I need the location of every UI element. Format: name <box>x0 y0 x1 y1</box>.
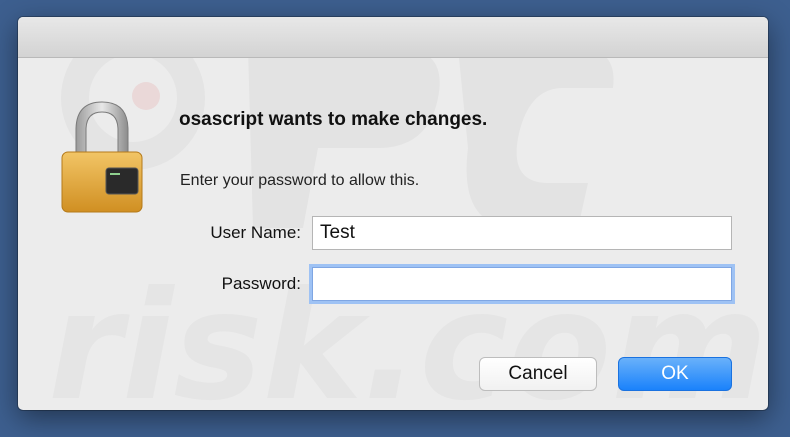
dialog-heading: osascript wants to make changes. <box>179 109 488 130</box>
auth-dialog: risk.com osascript wants to make changes… <box>18 17 768 410</box>
username-field[interactable] <box>312 216 732 250</box>
dialog-content: risk.com osascript wants to make changes… <box>18 58 768 410</box>
lock-terminal-icon <box>61 101 143 213</box>
ok-button[interactable]: OK <box>618 357 732 391</box>
cancel-button[interactable]: Cancel <box>479 357 597 391</box>
dialog-titlebar[interactable] <box>18 17 768 58</box>
password-field[interactable] <box>312 267 732 301</box>
password-label: Password: <box>221 274 301 293</box>
username-label: User Name: <box>210 223 301 242</box>
dialog-message: Enter your password to allow this. <box>180 172 420 189</box>
